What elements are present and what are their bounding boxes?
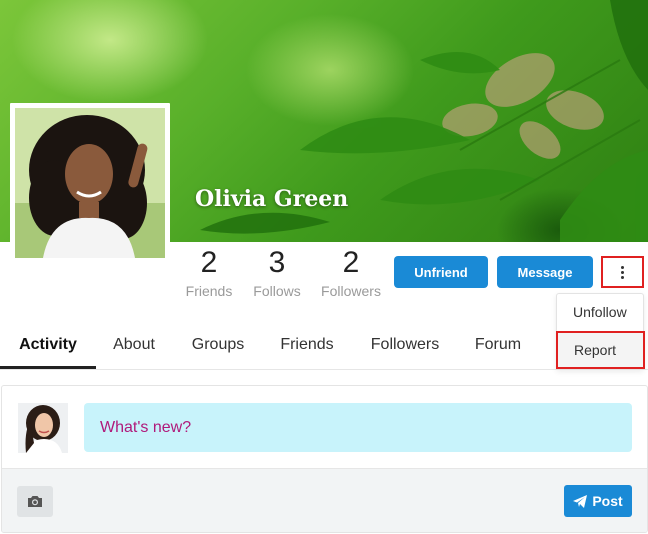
vertical-ellipsis-icon bbox=[620, 265, 625, 279]
paper-plane-icon bbox=[573, 494, 588, 508]
stat-followers-count: 2 bbox=[342, 246, 360, 279]
stat-follows-label: Follows bbox=[253, 283, 301, 299]
unfriend-button[interactable]: Unfriend bbox=[394, 256, 488, 288]
avatar-image bbox=[15, 108, 165, 258]
stat-follows[interactable]: 3 Follows bbox=[251, 246, 303, 300]
tab-activity[interactable]: Activity bbox=[0, 322, 96, 368]
message-button[interactable]: Message bbox=[497, 256, 593, 288]
composer-avatar bbox=[18, 403, 68, 453]
more-options-dropdown: Unfollow Report bbox=[556, 293, 645, 370]
stat-friends-count: 2 bbox=[200, 246, 218, 279]
profile-avatar[interactable] bbox=[10, 103, 170, 263]
tab-friends[interactable]: Friends bbox=[268, 322, 346, 368]
post-button-label: Post bbox=[592, 493, 623, 509]
activity-composer: What's new? Post bbox=[1, 385, 648, 533]
camera-icon bbox=[28, 496, 42, 507]
tab-followers[interactable]: Followers bbox=[358, 322, 452, 368]
post-button[interactable]: Post bbox=[564, 485, 632, 517]
tab-forum[interactable]: Forum bbox=[464, 322, 532, 368]
tab-groups[interactable]: Groups bbox=[180, 322, 256, 368]
menu-item-report[interactable]: Report bbox=[556, 331, 645, 369]
tabs-divider bbox=[0, 369, 648, 370]
profile-name: Olivia Green bbox=[195, 186, 349, 212]
stat-friends[interactable]: 2 Friends bbox=[183, 246, 235, 300]
composer-footer: Post bbox=[2, 468, 647, 532]
composer-avatar-image bbox=[18, 403, 68, 453]
more-options-button[interactable] bbox=[601, 256, 644, 288]
tab-about[interactable]: About bbox=[100, 322, 168, 368]
stat-friends-label: Friends bbox=[185, 283, 233, 299]
add-photo-button[interactable] bbox=[17, 486, 53, 517]
stat-followers[interactable]: 2 Followers bbox=[319, 246, 383, 300]
menu-item-unfollow[interactable]: Unfollow bbox=[557, 294, 645, 330]
whats-new-input[interactable]: What's new? bbox=[84, 403, 632, 452]
stat-followers-label: Followers bbox=[321, 283, 381, 299]
stat-follows-count: 3 bbox=[268, 246, 286, 279]
profile-tabs: Activity About Groups Friends Followers … bbox=[0, 322, 556, 370]
